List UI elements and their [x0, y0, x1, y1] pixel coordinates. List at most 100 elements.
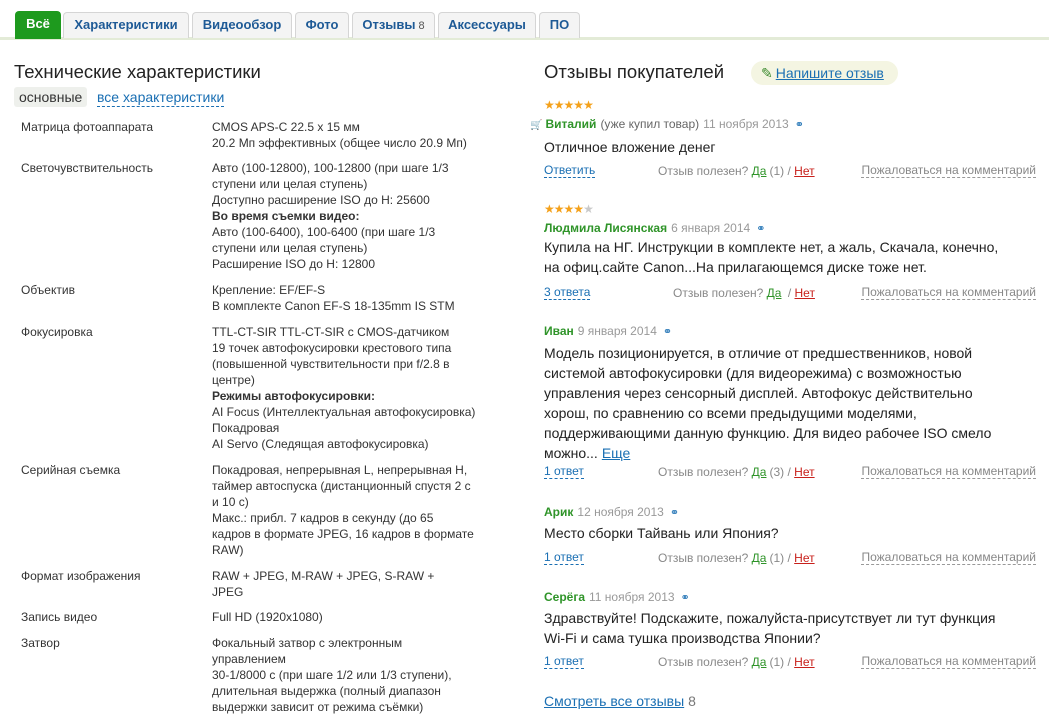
spec-value-line: RAW + JPEG, M-RAW + JPEG, S-RAW +: [212, 569, 435, 583]
read-more-link[interactable]: Еще: [602, 445, 631, 461]
tab-reviews[interactable]: Отзывы 8: [352, 12, 435, 38]
vote-no-link[interactable]: Нет: [795, 286, 815, 300]
review-bought-badge: (уже купил товар): [600, 117, 700, 131]
report-comment-link[interactable]: Пожаловаться на комментарий: [861, 285, 1036, 300]
review-text-line: Здравствуйте! Подскажите, пожалуйста-при…: [544, 610, 996, 626]
permalink-icon[interactable]: ⚭: [756, 223, 765, 235]
spec-value-line: ступени или целая ступень): [212, 241, 368, 255]
review-header: Людмила Лисянская 6 января 2014 ⚭: [544, 220, 766, 236]
write-review-button[interactable]: ✎ Напишите отзыв: [751, 61, 898, 85]
rating-stars: ★★★★★: [544, 98, 594, 112]
vote-yes-link[interactable]: Да: [752, 655, 767, 669]
star-icon: ★: [563, 98, 575, 112]
spec-value: CMOS APS-C 22.5 x 15 мм 20.2 Мп эффективн…: [212, 119, 482, 151]
vote-yes-link[interactable]: Да: [752, 164, 767, 178]
subtab-basic[interactable]: основные: [14, 87, 88, 107]
spec-value-line: ступени или целая ступень): [212, 177, 368, 191]
vote-yes-link[interactable]: Да: [752, 551, 767, 565]
review-date: 9 января 2014: [577, 324, 657, 338]
vote-no-link[interactable]: Нет: [794, 164, 814, 178]
vote-no-link[interactable]: Нет: [794, 655, 814, 669]
spec-value-heading: Во время съемки видео:: [212, 209, 360, 223]
vote-yes-count: (1): [769, 551, 785, 565]
spec-label: Формат изображения: [21, 569, 141, 583]
all-reviews: Смотреть все отзывы 8: [544, 692, 696, 710]
star-icon: ★: [573, 202, 584, 216]
review-text-line: Купила на НГ. Инструкции в комплекте нет…: [544, 239, 999, 255]
review-header: Иван 9 января 2014 ⚭: [544, 323, 672, 339]
specs-title: Технические характеристики: [14, 61, 261, 82]
cart-icon: 🛒: [530, 120, 543, 131]
spec-label: Объектив: [21, 283, 75, 297]
report-comment-link[interactable]: Пожаловаться на комментарий: [861, 550, 1036, 565]
tab-software[interactable]: ПО: [539, 12, 580, 38]
review-author[interactable]: Людмила Лисянская: [544, 221, 667, 235]
report-comment-link[interactable]: Пожаловаться на комментарий: [861, 654, 1036, 669]
review-text: Отличное вложение денег: [544, 137, 1034, 157]
star-icon: ★: [553, 202, 565, 216]
review-author[interactable]: Арик: [544, 505, 573, 519]
subtab-all-specs[interactable]: все характеристики: [97, 87, 225, 107]
helpful-vote: Отзыв полезен? Да / Нет: [673, 286, 815, 300]
tab-reviews-count: 8: [418, 20, 425, 32]
reviews-title: Отзывы покупателей: [544, 61, 725, 82]
spec-value-heading: Режимы автофокусировки:: [212, 389, 376, 403]
spec-value-line: JPEG: [212, 585, 244, 599]
reply-link[interactable]: 1 ответ: [544, 550, 584, 565]
review-author[interactable]: Виталий: [545, 117, 596, 131]
spec-value-line: Авто (100-6400), 100-6400 (при шаге 1/3: [212, 225, 436, 239]
review-date: 11 ноября 2013: [703, 117, 789, 131]
report-comment-link[interactable]: Пожаловаться на комментарий: [861, 163, 1036, 178]
star-icon: ★: [583, 202, 594, 216]
permalink-icon[interactable]: ⚭: [681, 592, 690, 604]
review-date: 6 января 2014: [671, 221, 751, 235]
vote-yes-count: (3): [769, 465, 785, 479]
review-text: Место сборки Тайвань или Япония?: [544, 523, 1034, 543]
permalink-icon[interactable]: ⚭: [663, 326, 672, 338]
reply-link[interactable]: 1 ответ: [544, 654, 584, 669]
spec-value-line: Покадровая: [212, 421, 280, 435]
star-icon: ★: [563, 202, 575, 216]
review-author[interactable]: Серёга: [544, 590, 585, 604]
tab-accessories[interactable]: Аксессуары: [438, 12, 536, 38]
vote-yes-link[interactable]: Да: [767, 286, 782, 300]
spec-value: RAW + JPEG, M-RAW + JPEG, S-RAW + JPEG: [212, 568, 482, 600]
review-text: Здравствуйте! Подскажите, пожалуйста-при…: [544, 608, 1034, 648]
spec-value-line: таймер автоспуска (дистанционный спустя …: [212, 479, 471, 493]
reply-link[interactable]: 1 ответ: [544, 464, 584, 479]
spec-value-line: Расширение ISO до H: 12800: [212, 257, 376, 271]
write-review-label: Напишите отзыв: [775, 65, 884, 81]
reply-link[interactable]: 3 ответа: [544, 285, 591, 300]
tab-bar: Всё Характеристики Видеообзор Фото Отзыв…: [0, 0, 1049, 40]
review-author[interactable]: Иван: [544, 324, 574, 338]
spec-value-line: (повышенной чувствительности при f/2.8 в: [212, 357, 450, 371]
spec-value-line: AI Servo (Следящая автофокусировка): [212, 437, 429, 451]
vote-no-link[interactable]: Нет: [794, 465, 814, 479]
vote-yes-link[interactable]: Да: [752, 465, 767, 479]
review-text-line: можно...: [544, 445, 598, 461]
review-footer: Ответить Отзыв полезен? Да (1) / Нет Пожало…: [544, 163, 1036, 179]
spec-label: Фокусировка: [21, 325, 93, 339]
permalink-icon[interactable]: ⚭: [670, 507, 679, 519]
tab-video-review[interactable]: Видеообзор: [192, 12, 292, 38]
review-text-line: Модель позиционируется, в отличие от пре…: [544, 345, 973, 361]
star-icon: ★: [583, 98, 594, 112]
spec-value-line: длительная выдержка (полный диапазон: [212, 684, 441, 698]
helpful-vote: Отзыв полезен? Да (1) / Нет: [658, 164, 815, 178]
review-text: Модель позиционируется, в отличие от пре…: [544, 343, 1034, 463]
helpful-label: Отзыв полезен?: [658, 551, 749, 565]
review-footer: 1 ответ Отзыв полезен? Да (1) / Нет Пожалов…: [544, 654, 1036, 670]
spec-label: Матрица фотоаппарата: [21, 120, 154, 134]
tab-all[interactable]: Всё: [15, 11, 61, 39]
permalink-icon[interactable]: ⚭: [795, 119, 804, 131]
vote-no-link[interactable]: Нет: [794, 551, 814, 565]
tab-specs[interactable]: Характеристики: [63, 12, 189, 38]
all-reviews-link[interactable]: Смотреть все отзывы: [544, 693, 684, 709]
reply-link[interactable]: Ответить: [544, 163, 596, 178]
spec-value-line: 30-1/8000 с (при шаге 1/2 или 1/3 ступен…: [212, 668, 452, 682]
vote-yes-count: (1): [769, 655, 785, 669]
report-comment-link[interactable]: Пожаловаться на комментарий: [861, 464, 1036, 479]
spec-value-line: кадров в формате JPEG, 16 кадров в форма…: [212, 527, 474, 541]
tab-photo[interactable]: Фото: [295, 12, 349, 38]
star-icon: ★: [573, 98, 584, 112]
